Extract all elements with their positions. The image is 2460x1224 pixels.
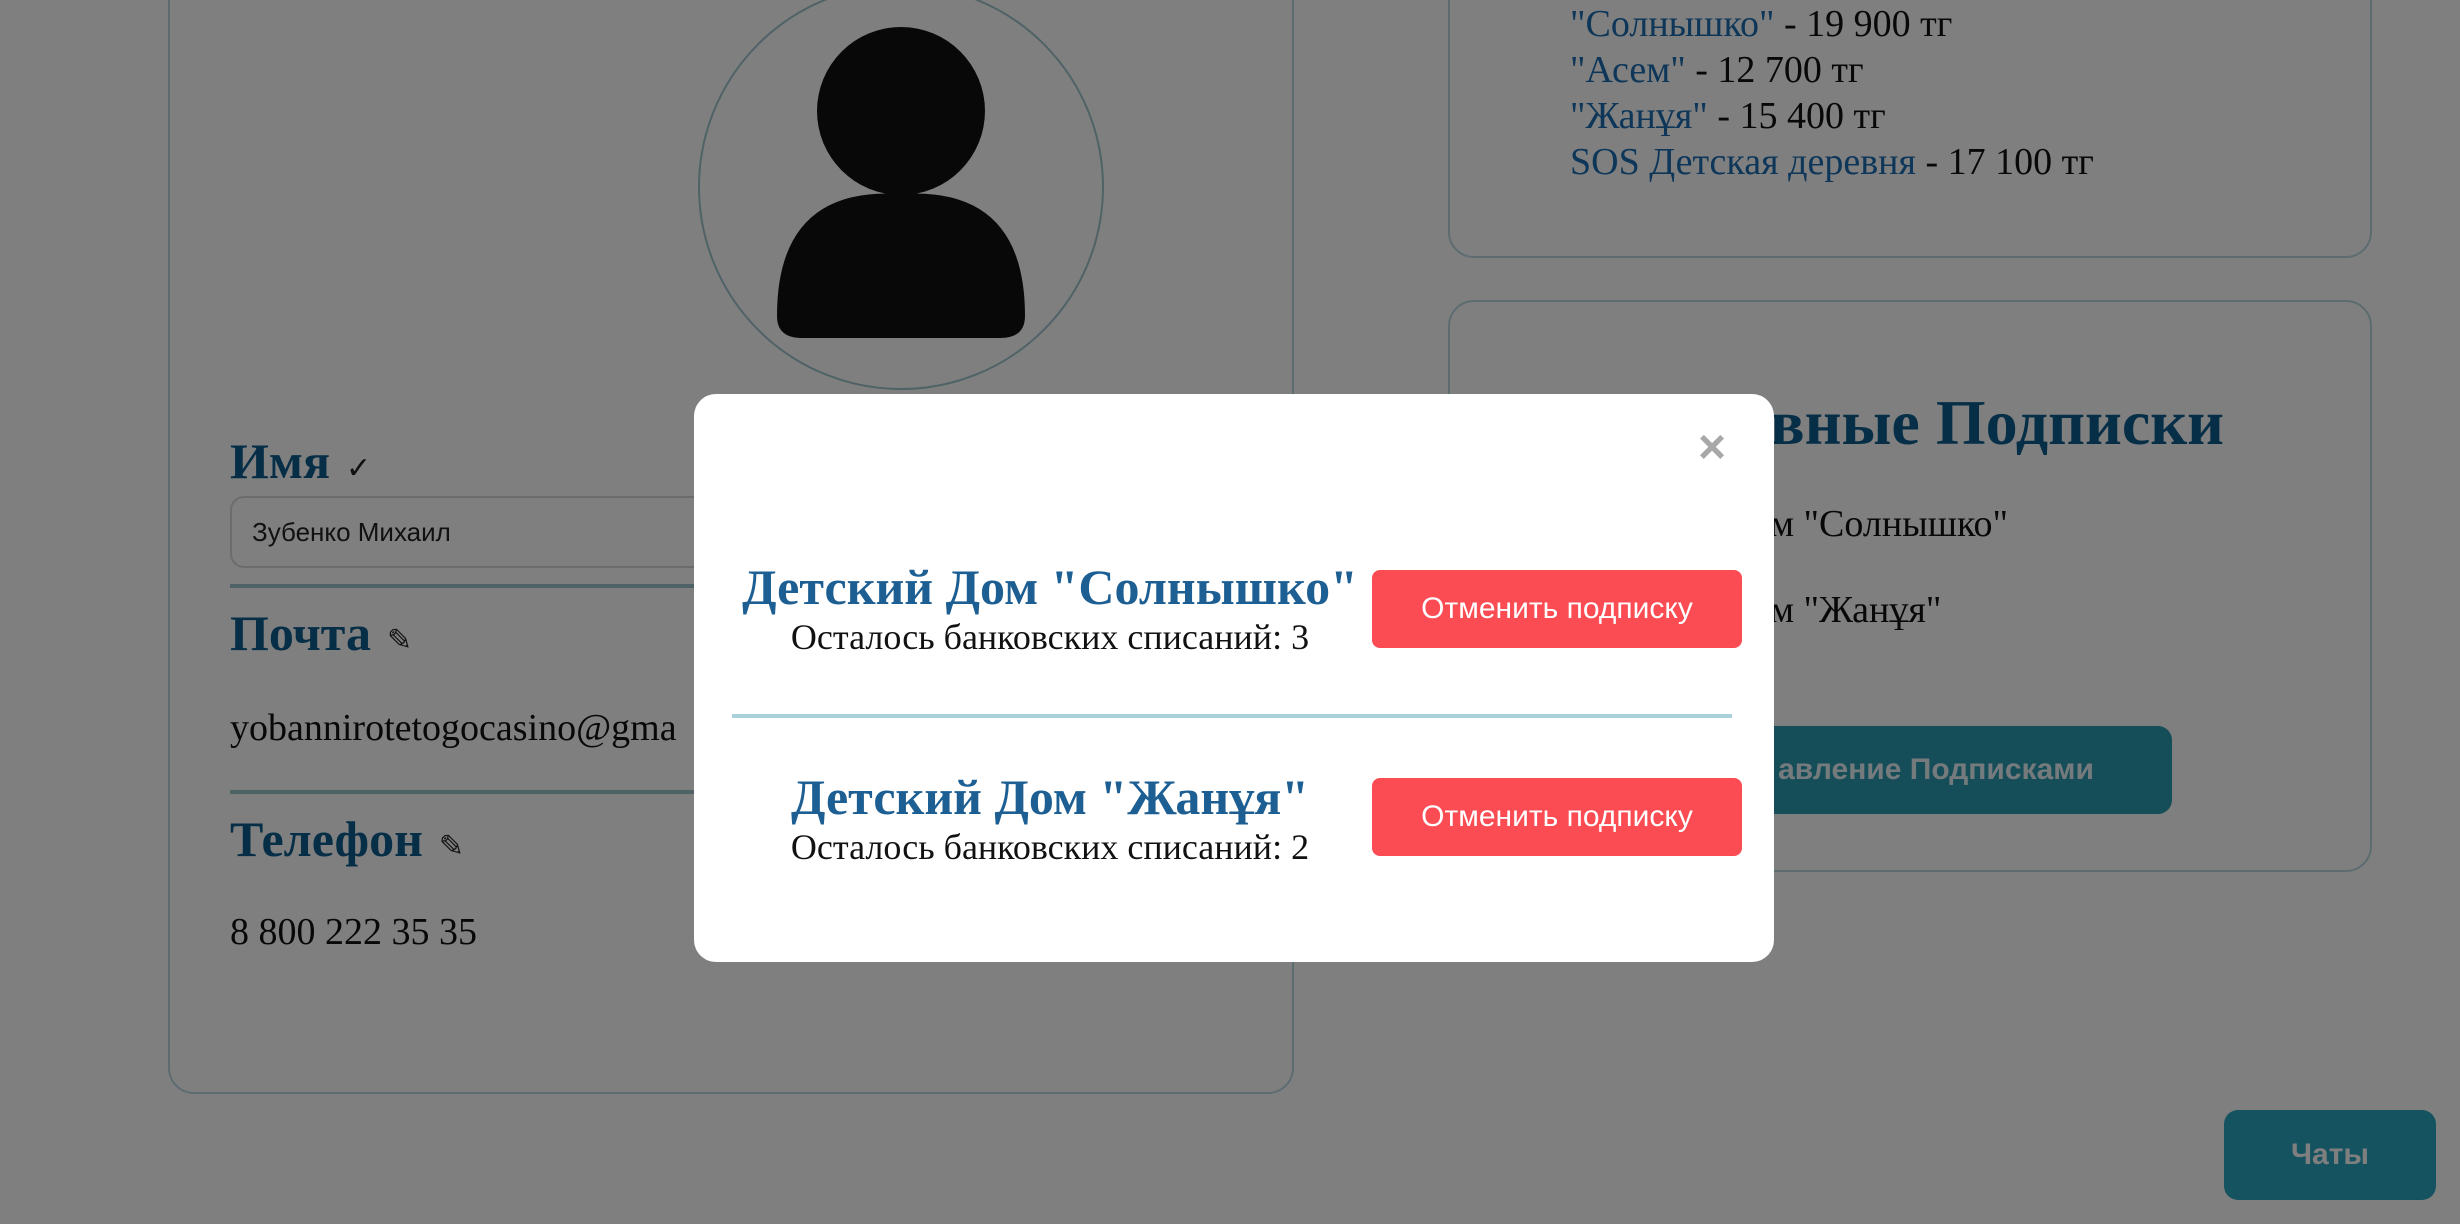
subscription-info: Детский Дом "Солнышко" Осталось банковск… (740, 558, 1360, 658)
subscription-remaining: Осталось банковских списаний: 2 (790, 827, 1310, 867)
subscription-remaining: Осталось банковских списаний: 3 (790, 617, 1310, 657)
subscription-row: Детский Дом "Жанұя" Осталось банковских … (694, 768, 1774, 908)
cancel-subscription-modal: × Детский Дом "Солнышко" Осталось банков… (694, 394, 1774, 962)
subscription-info: Детский Дом "Жанұя" Осталось банковских … (740, 768, 1360, 868)
subscription-name: Детский Дом "Жанұя" (790, 769, 1310, 825)
subscription-name: Детский Дом "Солнышко" (742, 559, 1358, 615)
page: Имя✓ Почта✎ yobannirotetogocasino@gma Те… (0, 0, 2460, 1224)
cancel-subscription-button[interactable]: Отменить подписку (1372, 778, 1742, 856)
subscription-row: Детский Дом "Солнышко" Осталось банковск… (694, 558, 1774, 698)
modal-divider (732, 714, 1732, 718)
close-icon[interactable]: × (1688, 424, 1736, 472)
cancel-subscription-button[interactable]: Отменить подписку (1372, 570, 1742, 648)
